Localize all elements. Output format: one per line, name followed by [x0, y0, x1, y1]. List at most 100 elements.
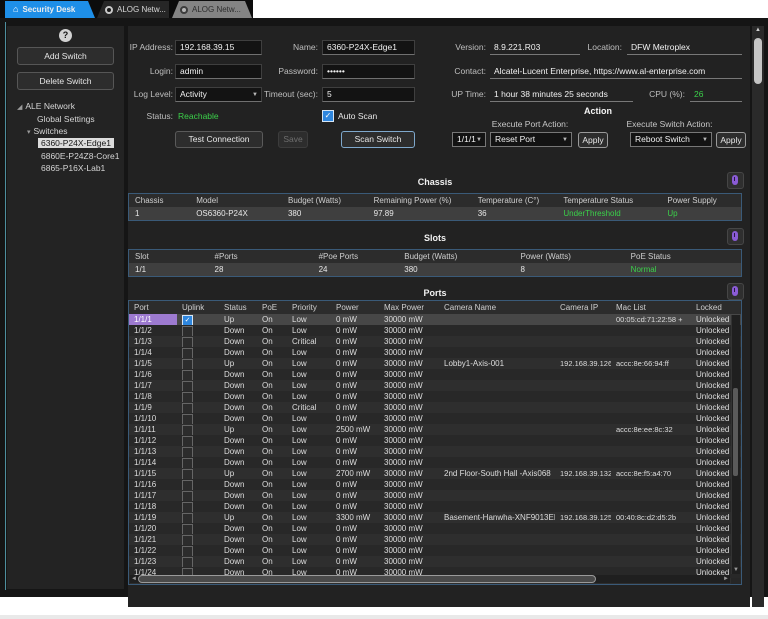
cell-uplink[interactable] [177, 336, 219, 347]
column-header[interactable]: Status [219, 301, 257, 314]
column-header[interactable]: Slot [129, 250, 209, 263]
port-action-select[interactable]: Reset Port▼ [490, 132, 572, 147]
uplink-checkbox[interactable] [182, 535, 193, 545]
cell-uplink[interactable] [177, 391, 219, 402]
uplink-checkbox[interactable] [182, 381, 193, 391]
cell-uplink[interactable]: ✓ [177, 314, 219, 325]
tree-node-switch[interactable]: 6860E-P24Z8-Core1 [41, 150, 119, 162]
uplink-checkbox[interactable] [182, 480, 193, 490]
cell-uplink[interactable] [177, 402, 219, 413]
ports-row[interactable]: 1/1/15UpOnLow2700 mW30000 mW2nd Floor-So… [129, 468, 741, 479]
ports-row[interactable]: 1/1/17DownOnLow0 mW30000 mWUnlocked [129, 490, 741, 501]
column-header[interactable]: PoE [257, 301, 287, 314]
column-header[interactable]: Power Supply [661, 194, 741, 207]
cell-uplink[interactable] [177, 556, 219, 567]
column-header[interactable]: Temperature (C°) [472, 194, 558, 207]
mouse-scroll-icon[interactable] [727, 283, 744, 300]
uplink-checkbox[interactable] [182, 458, 193, 468]
name-input[interactable]: 6360-P24X-Edge1 [322, 40, 415, 55]
uplink-checkbox[interactable] [182, 502, 193, 512]
apply-port-action-button[interactable]: Apply [578, 132, 608, 148]
column-header[interactable]: Power [331, 301, 379, 314]
cpu-field[interactable]: 26 [690, 87, 742, 102]
scroll-up-arrow-icon[interactable]: ▲ [752, 27, 764, 33]
ip-address-input[interactable]: 192.168.39.15 [175, 40, 262, 55]
tree-node-switch-selected[interactable]: 6360-P24X-Edge1 [38, 137, 114, 149]
contact-field[interactable]: Alcatel-Lucent Enterprise, https://www.a… [490, 64, 742, 79]
ports-row[interactable]: 1/1/7DownOnLow0 mW30000 mWUnlocked [129, 380, 741, 391]
tree-node-switch[interactable]: 6865-P16X-Lab1 [41, 162, 105, 174]
chassis-row[interactable]: 1OS6360-P24X38097.8936UnderThresholdUp [129, 207, 741, 220]
mouse-scroll-icon[interactable] [727, 172, 744, 189]
tab-security-desk[interactable]: ⌂ Security Desk [5, 1, 95, 18]
column-header[interactable]: #Ports [209, 250, 313, 263]
cell-uplink[interactable] [177, 534, 219, 545]
cell-uplink[interactable] [177, 435, 219, 446]
slots-row[interactable]: 1/128243808Normal [129, 263, 741, 276]
column-header[interactable]: PoE Status [625, 250, 741, 263]
uplink-checkbox[interactable]: ✓ [182, 315, 193, 325]
uplink-checkbox[interactable] [182, 557, 193, 567]
ports-row[interactable]: 1/1/12DownOnLow0 mW30000 mWUnlocked [129, 435, 741, 446]
auto-scan-checkbox[interactable]: ✓ [322, 110, 334, 122]
column-header[interactable]: Budget (Watts) [398, 250, 514, 263]
cell-uplink[interactable] [177, 413, 219, 424]
expander-icon[interactable]: ▾ [27, 129, 31, 136]
uplink-checkbox[interactable] [182, 436, 193, 446]
timeout-input[interactable]: 5 [322, 87, 415, 102]
tree-node-global-settings[interactable]: Global Settings [37, 113, 95, 125]
ports-vertical-scrollbar[interactable]: ▼ [731, 315, 740, 574]
cell-uplink[interactable] [177, 380, 219, 391]
scan-switch-button[interactable]: Scan Switch [341, 131, 415, 148]
column-header[interactable]: Chassis [129, 194, 190, 207]
version-field[interactable]: 8.9.221.R03 [490, 40, 580, 55]
mouse-scroll-icon[interactable] [727, 228, 744, 245]
test-connection-button[interactable]: Test Connection [175, 131, 263, 148]
uplink-checkbox[interactable] [182, 425, 193, 435]
uplink-checkbox[interactable] [182, 348, 193, 358]
uplink-checkbox[interactable] [182, 337, 193, 347]
column-header[interactable]: Uplink [177, 301, 219, 314]
column-header[interactable]: Mac List [611, 301, 691, 314]
ports-row[interactable]: 1/1/4DownOnLow0 mW30000 mWUnlocked [129, 347, 741, 358]
uplink-checkbox[interactable] [182, 326, 193, 336]
ports-row[interactable]: 1/1/14DownOnLow0 mW30000 mWUnlocked [129, 457, 741, 468]
tab-alog-inactive[interactable]: ALOG Netw... [172, 1, 252, 18]
help-icon[interactable]: ? [59, 29, 72, 42]
cell-uplink[interactable] [177, 512, 219, 523]
column-header[interactable]: Temperature Status [557, 194, 661, 207]
scroll-left-arrow-icon[interactable]: ◄ [131, 575, 137, 583]
ports-row[interactable]: 1/1/21DownOnLow0 mW30000 mWUnlocked [129, 534, 741, 545]
uplink-checkbox[interactable] [182, 370, 193, 380]
uptime-field[interactable]: 1 hour 38 minutes 25 seconds [490, 87, 633, 102]
column-header[interactable]: Camera IP [555, 301, 611, 314]
column-header[interactable]: Model [190, 194, 282, 207]
ports-row[interactable]: 1/1/9DownOnCritical0 mW30000 mWUnlocked [129, 402, 741, 413]
cell-uplink[interactable] [177, 479, 219, 490]
tab-alog-active[interactable]: ALOG Netw... × [97, 1, 169, 18]
save-button[interactable]: Save [278, 131, 308, 148]
switch-action-select[interactable]: Reboot Switch▼ [630, 132, 712, 147]
ports-row[interactable]: 1/1/20DownOnLow0 mW30000 mWUnlocked [129, 523, 741, 534]
cell-uplink[interactable] [177, 347, 219, 358]
password-input[interactable]: •••••• [322, 64, 415, 79]
cell-uplink[interactable] [177, 490, 219, 501]
ports-row[interactable]: 1/1/8DownOnLow0 mW30000 mWUnlocked [129, 391, 741, 402]
ports-row[interactable]: 1/1/10DownOnLow0 mW30000 mWUnlocked [129, 413, 741, 424]
ports-horizontal-scrollbar[interactable]: ◄ ► [130, 575, 730, 583]
column-header[interactable]: Priority [287, 301, 331, 314]
cell-uplink[interactable] [177, 358, 219, 369]
uplink-checkbox[interactable] [182, 469, 193, 479]
cell-uplink[interactable] [177, 468, 219, 479]
column-header[interactable]: Port [129, 301, 177, 314]
scrollbar-thumb[interactable] [138, 575, 596, 583]
ports-row[interactable]: 1/1/2DownOnLow0 mW30000 mWUnlocked [129, 325, 741, 336]
ports-row[interactable]: 1/1/22DownOnLow0 mW30000 mWUnlocked [129, 545, 741, 556]
ports-row[interactable]: 1/1/6DownOnLow0 mW30000 mWUnlocked [129, 369, 741, 380]
cell-uplink[interactable] [177, 545, 219, 556]
scrollbar-thumb[interactable] [754, 38, 762, 84]
log-level-select[interactable]: Activity▼ [175, 87, 262, 102]
scroll-right-arrow-icon[interactable]: ► [723, 575, 729, 583]
ports-row[interactable]: 1/1/16DownOnLow0 mW30000 mWUnlocked [129, 479, 741, 490]
cell-uplink[interactable] [177, 424, 219, 435]
